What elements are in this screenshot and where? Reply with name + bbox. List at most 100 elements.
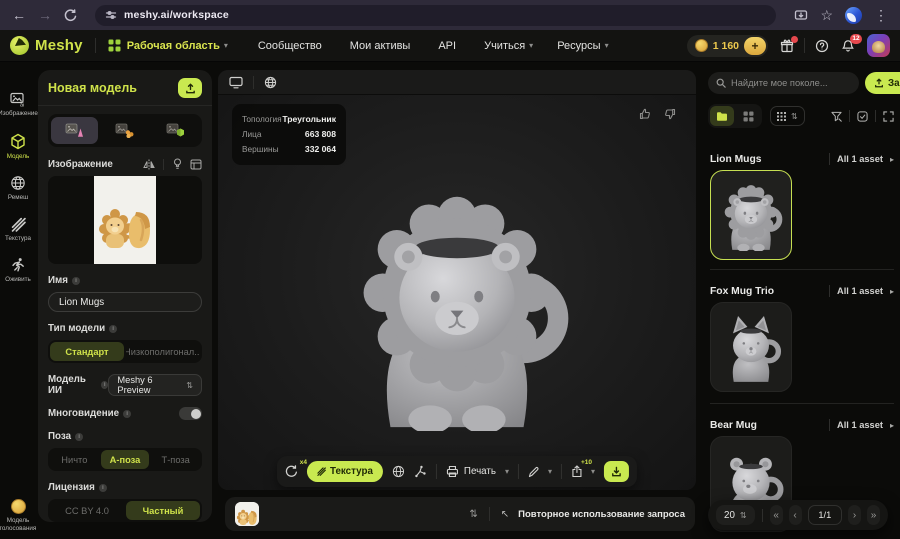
browser-toolbar: ← → meshy.ai/workspace ☆ ⋮: [0, 0, 900, 30]
search-icon: [716, 78, 726, 88]
rail-item-texture[interactable]: Текстура: [0, 217, 36, 243]
site-settings-icon[interactable]: [105, 9, 117, 21]
nav-api[interactable]: API: [438, 40, 456, 52]
chevron-down-icon[interactable]: ▾: [605, 41, 609, 50]
filter-icon[interactable]: [831, 111, 842, 122]
pose-option-t-pose[interactable]: Т-поза: [151, 450, 200, 469]
folder-view-button[interactable]: [710, 106, 734, 126]
license-option-ccby[interactable]: CC BY 4.0: [50, 501, 124, 520]
page-size-select[interactable]: 20 ⇅: [716, 505, 755, 525]
edit-brush-button[interactable]: ▾: [528, 466, 552, 478]
last-page-button[interactable]: »: [867, 505, 880, 525]
panel-title: Новая модель: [48, 81, 137, 95]
asset-search-input[interactable]: [731, 78, 851, 88]
help-icon[interactable]: [815, 39, 829, 53]
ai-model-select[interactable]: Meshy 6 Preview ⇅: [108, 374, 202, 396]
rewards-gift-icon[interactable]: [780, 39, 794, 53]
group-open-bear-mug[interactable]: All 1 asset ▸: [829, 419, 894, 431]
mirror-symmetry-icon[interactable]: [143, 159, 155, 170]
tab-image-to-texture[interactable]: [152, 117, 199, 144]
texture-hatch-icon: [11, 217, 26, 232]
first-page-button[interactable]: «: [770, 505, 783, 525]
upload-model-button[interactable]: [178, 78, 202, 98]
viewport-3d[interactable]: ТопологияТреугольник Лица663 808 Вершины…: [218, 70, 696, 490]
address-bar[interactable]: meshy.ai/workspace: [95, 5, 776, 26]
next-page-button[interactable]: ›: [848, 505, 861, 525]
rail-item-remesh[interactable]: Ремеш: [0, 175, 36, 202]
library-card-icon[interactable]: [190, 159, 202, 170]
add-credits-button[interactable]: +: [744, 37, 766, 55]
license-label: Лицензия: [48, 482, 95, 493]
thumbs-down-icon[interactable]: [664, 108, 676, 120]
left-tool-rail: ai Изображение Модель Ремеш Текстура Ожи…: [0, 62, 36, 539]
rail-item-model-voting[interactable]: Модель голосования: [0, 499, 36, 533]
expand-icon[interactable]: [883, 111, 894, 122]
ai-model-label: Модель ИИ: [48, 374, 97, 396]
nav-resources[interactable]: Ресурсы: [557, 40, 600, 52]
pose-label: Поза: [48, 431, 71, 442]
vertices-label: Вершины: [242, 142, 279, 157]
chevron-down-icon[interactable]: ▾: [529, 41, 533, 50]
export-share-button[interactable]: +10 ▾: [571, 465, 595, 478]
save-page-icon[interactable]: [794, 8, 808, 22]
upload-asset-button[interactable]: Загрузить: [865, 72, 900, 94]
pose-option-none[interactable]: Ничто: [50, 450, 99, 469]
browser-back-icon[interactable]: ←: [12, 8, 26, 22]
thumbnail-size-control[interactable]: ⇅: [770, 106, 805, 126]
thumbs-up-icon[interactable]: [639, 108, 651, 120]
print-button[interactable]: Печать ▾: [446, 465, 509, 478]
tab-image-to-3d[interactable]: [51, 117, 98, 144]
image-ai-icon: ai: [10, 92, 26, 107]
nav-workspace[interactable]: Рабочая область: [127, 40, 220, 52]
pose-segment: Ничто А-поза Т-поза: [48, 448, 202, 471]
printer-icon: [446, 465, 459, 478]
chevron-right-icon: ▸: [890, 155, 894, 164]
asset-search[interactable]: [708, 72, 859, 94]
notifications-bell-icon[interactable]: 12: [841, 39, 855, 53]
license-option-private[interactable]: Частный: [126, 501, 200, 520]
pose-option-a-pose[interactable]: А-поза: [101, 450, 150, 469]
remesh-icon[interactable]: [392, 465, 405, 478]
texture-button[interactable]: Текстура: [307, 461, 383, 482]
browser-reload-icon[interactable]: [64, 9, 77, 22]
browser-menu-icon[interactable]: ⋮: [874, 8, 888, 22]
chevron-down-icon[interactable]: ▾: [224, 41, 228, 50]
rigging-icon[interactable]: [414, 465, 427, 478]
rail-item-image[interactable]: ai Изображение: [0, 92, 36, 118]
tab-multi-image-to-3d[interactable]: [101, 117, 148, 144]
user-avatar[interactable]: [867, 34, 890, 57]
environment-globe-icon[interactable]: [264, 76, 277, 89]
nav-my-assets[interactable]: Мои активы: [350, 40, 411, 52]
model-type-option-standard[interactable]: Стандарт: [50, 342, 124, 361]
asset-thumbnail-lion-mug[interactable]: [710, 170, 792, 260]
select-checkbox-icon[interactable]: [857, 111, 868, 122]
meshy-logo-icon[interactable]: [10, 36, 29, 55]
group-open-fox-mug-trio[interactable]: All 1 asset ▸: [829, 285, 894, 297]
credits-pill[interactable]: 1 160 +: [687, 35, 768, 57]
group-open-lion-mugs[interactable]: All 1 asset ▸: [829, 153, 894, 165]
reuse-prompt-button[interactable]: Повторное использование запроса: [518, 509, 685, 520]
arrow-up-left-icon: ↖: [501, 509, 509, 520]
prompt-thumbnail[interactable]: [235, 502, 259, 526]
history-updown-icon[interactable]: ⇅: [469, 509, 477, 520]
browser-forward-icon[interactable]: →: [38, 8, 52, 22]
bookmark-star-icon[interactable]: ☆: [820, 8, 833, 22]
model-name-input[interactable]: [48, 292, 202, 312]
nav-community[interactable]: Сообщество: [258, 40, 322, 52]
prev-page-button[interactable]: ‹: [789, 505, 802, 525]
rail-item-model[interactable]: Модель: [0, 133, 36, 161]
asset-thumbnail-fox-mug[interactable]: [710, 302, 792, 392]
model-type-option-lowpoly[interactable]: Низкополигонал...: [126, 342, 200, 361]
lightbulb-icon[interactable]: [172, 158, 183, 170]
browser-profile-avatar[interactable]: [845, 7, 862, 24]
grid-view-button[interactable]: [736, 106, 760, 126]
multiview-toggle[interactable]: [179, 407, 202, 420]
download-button[interactable]: [604, 461, 629, 482]
regenerate-icon[interactable]: x4: [285, 465, 298, 478]
rail-item-animate[interactable]: Оживить: [0, 257, 36, 284]
nav-learn[interactable]: Учиться: [484, 40, 525, 52]
reference-image-preview[interactable]: [48, 176, 202, 264]
meshy-logo-text[interactable]: Meshy: [35, 37, 83, 54]
lion-mug-3d-model[interactable]: [329, 175, 585, 431]
display-mode-icon[interactable]: [229, 76, 243, 89]
